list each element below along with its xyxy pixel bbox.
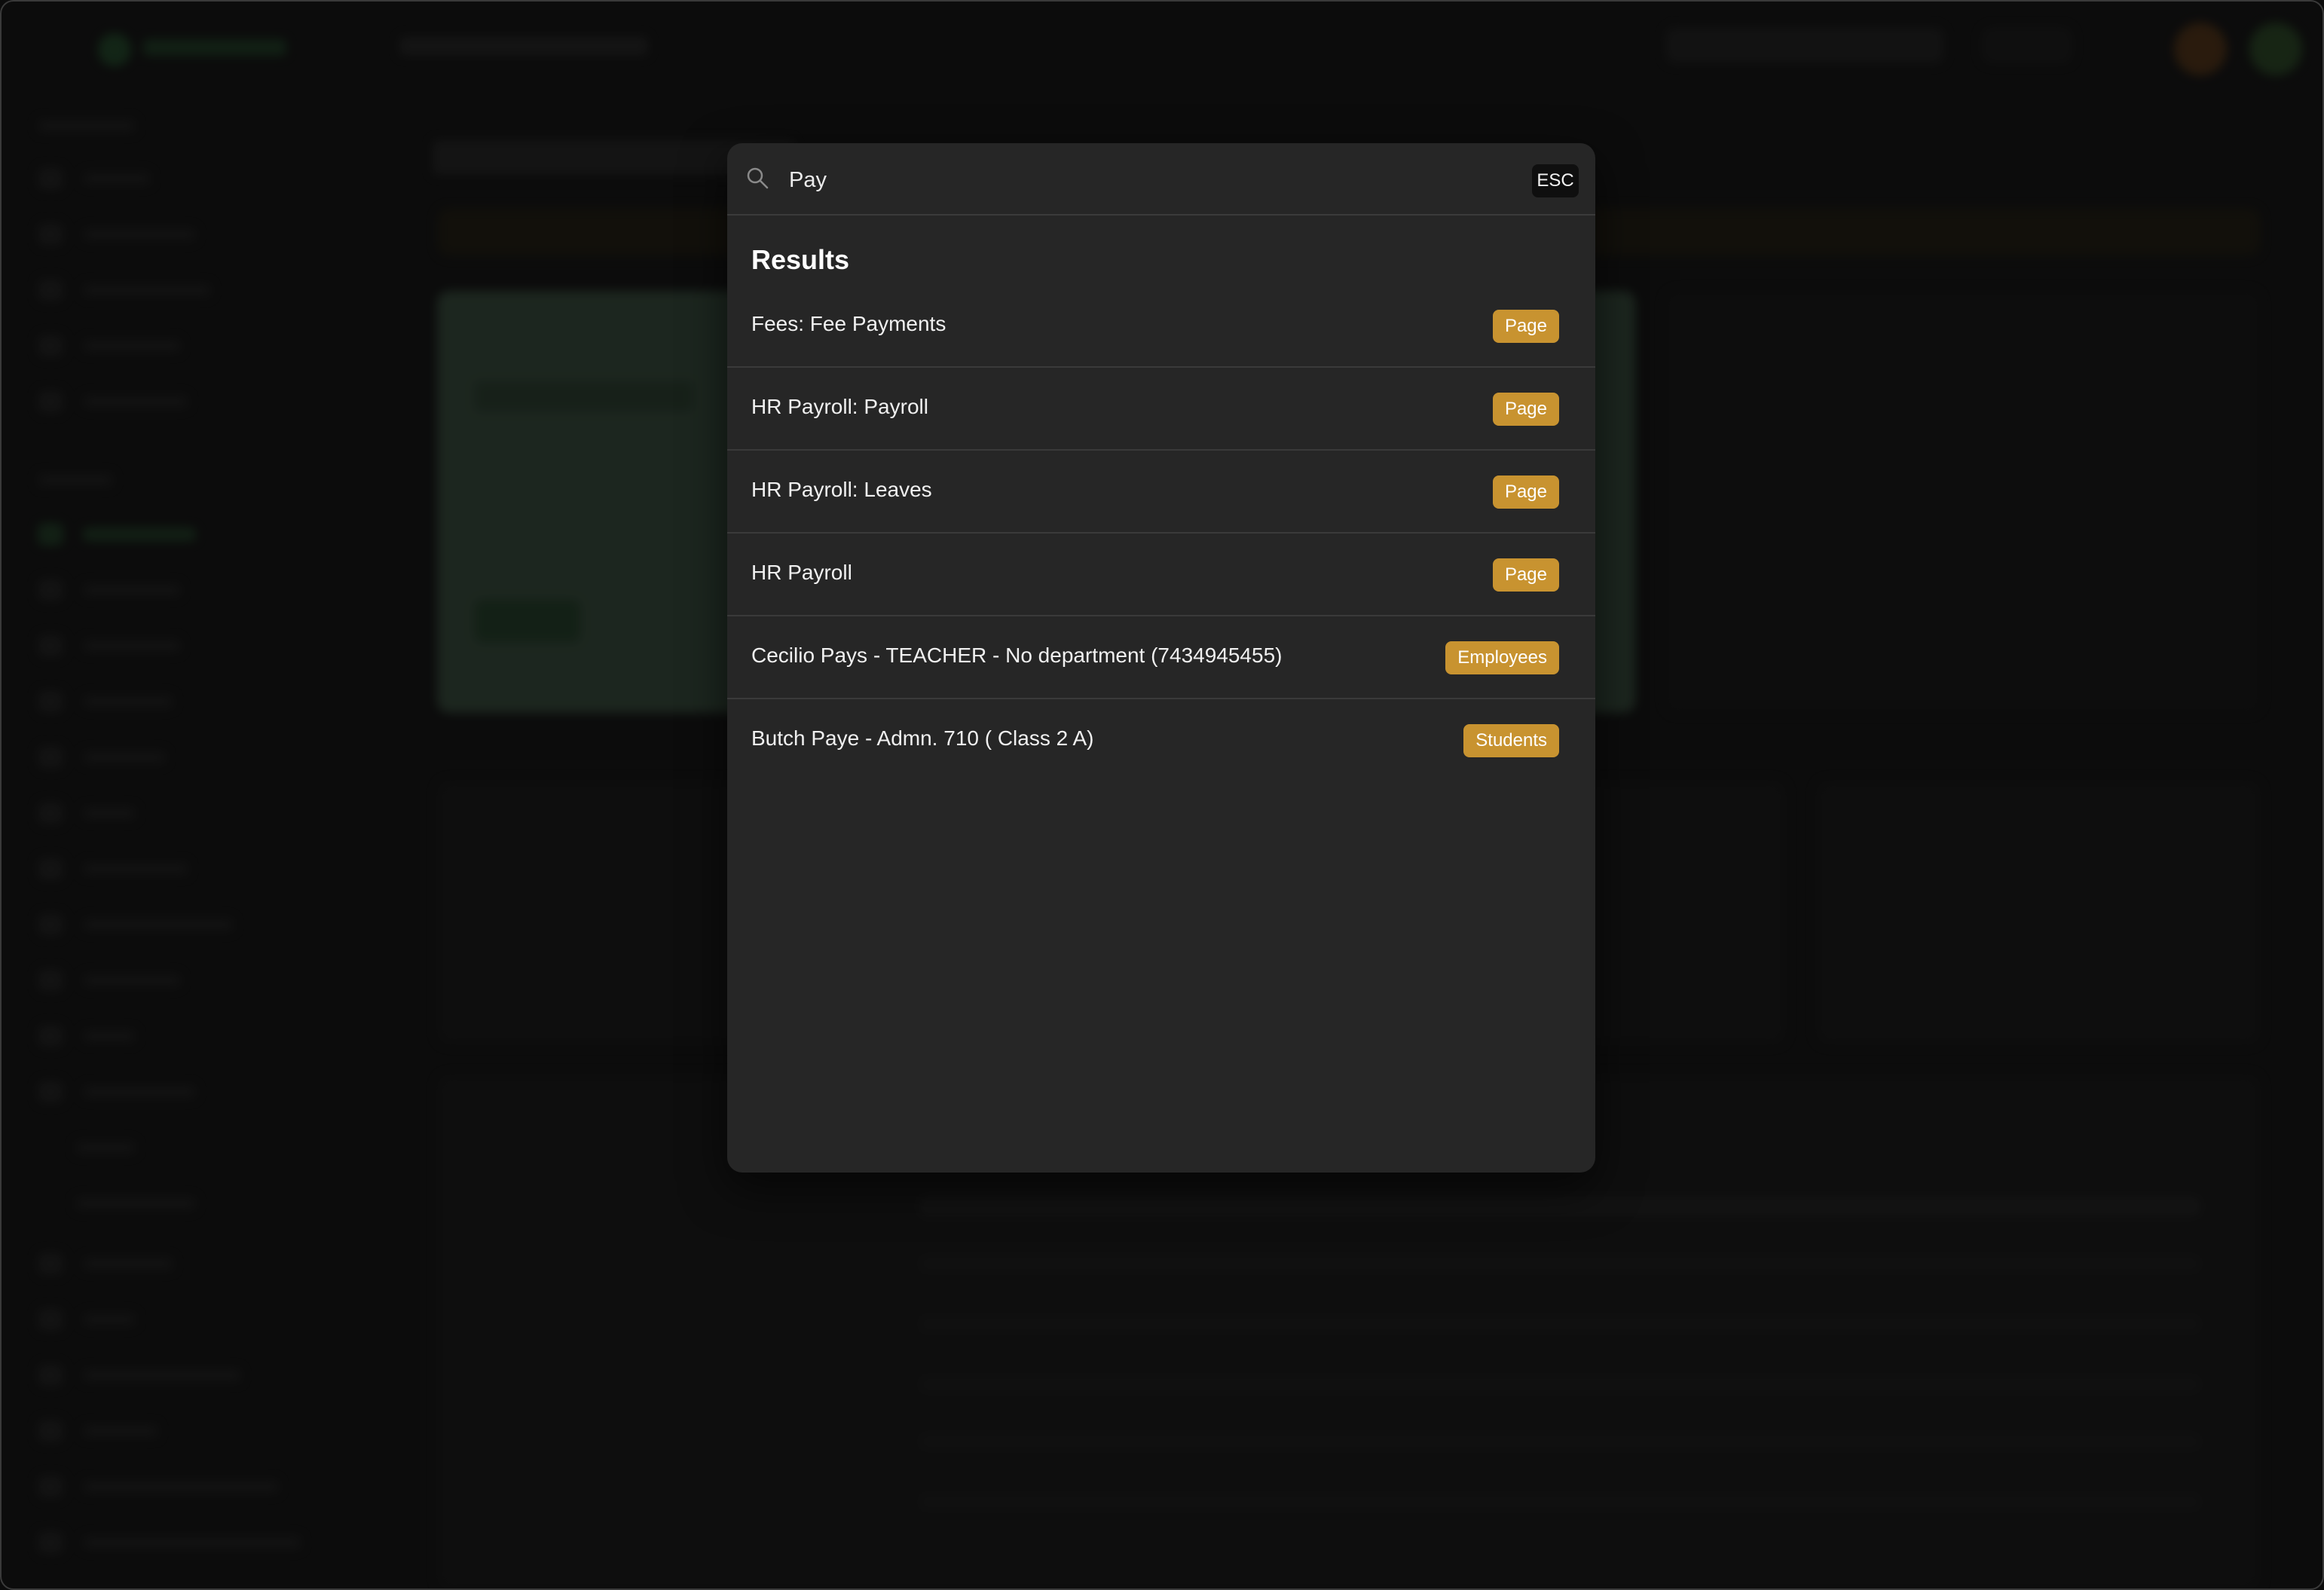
result-type-badge: Page (1492, 475, 1559, 509)
result-type-badge: Page (1492, 393, 1559, 426)
result-type-badge: Students (1463, 724, 1559, 757)
result-label: Cecilio Pays - TEACHER - No department (… (751, 644, 1283, 667)
result-type-badge: Employees (1445, 641, 1559, 674)
result-item[interactable]: Cecilio Pays - TEACHER - No department (… (727, 616, 1595, 699)
search-bar: ESC (727, 143, 1595, 216)
search-modal: ESC Results Fees: Fee Payments Page HR P… (727, 143, 1595, 1173)
search-icon (747, 167, 769, 189)
result-item[interactable]: HR Payroll: Leaves Page (727, 451, 1595, 534)
result-label: Butch Paye - Admn. 710 ( Class 2 A) (751, 726, 1094, 750)
result-type-badge: Page (1492, 558, 1559, 592)
result-item[interactable]: HR Payroll Page (727, 534, 1595, 616)
results-heading: Results (751, 244, 850, 275)
esc-key-button[interactable]: ESC (1532, 164, 1579, 197)
result-label: HR Payroll: Leaves (751, 478, 932, 501)
results-list: Fees: Fee Payments Page HR Payroll: Payr… (727, 285, 1595, 781)
search-input[interactable] (787, 160, 1484, 200)
result-item[interactable]: Fees: Fee Payments Page (727, 285, 1595, 368)
result-label: HR Payroll: Payroll (751, 395, 928, 418)
result-label: HR Payroll (751, 561, 852, 584)
result-type-badge: Page (1492, 310, 1559, 343)
result-item[interactable]: Butch Paye - Admn. 710 ( Class 2 A) Stud… (727, 699, 1595, 781)
result-item[interactable]: HR Payroll: Payroll Page (727, 368, 1595, 451)
result-label: Fees: Fee Payments (751, 312, 946, 335)
